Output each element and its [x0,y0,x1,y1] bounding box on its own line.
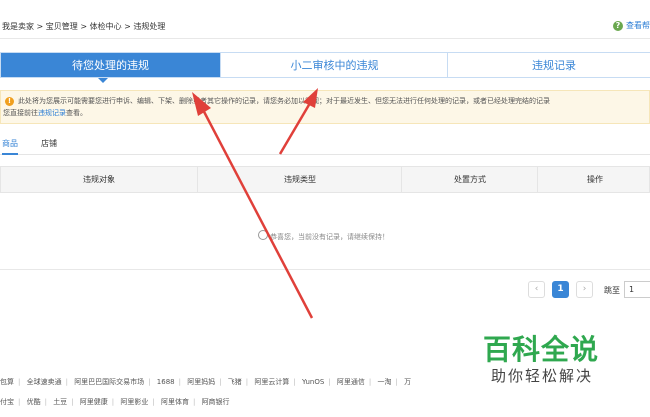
annotation-arrows [192,88,318,319]
annotation-arrow-to-pending-tab [192,92,314,319]
annotation-arrow-to-review-tab [278,88,318,155]
